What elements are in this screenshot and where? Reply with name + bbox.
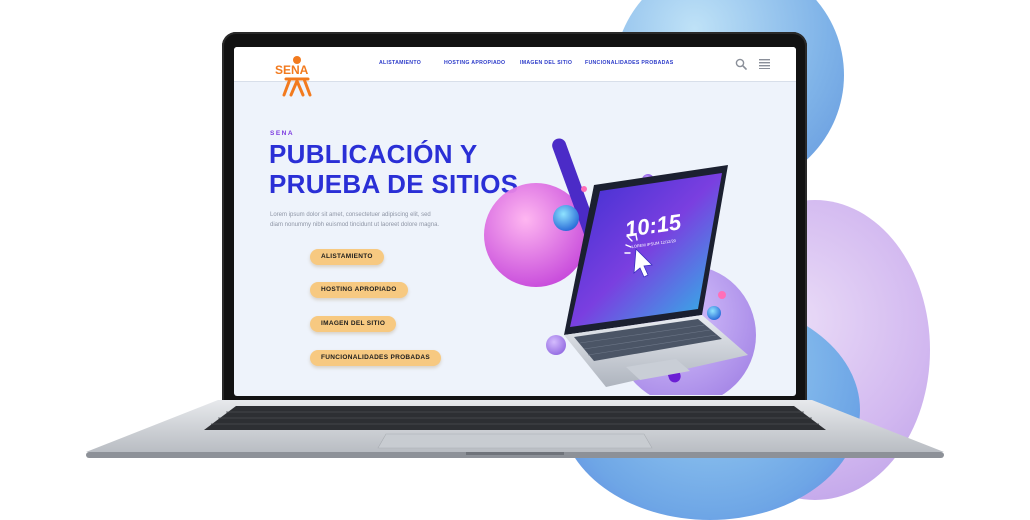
nav-link-imagen[interactable]: IMAGEN DEL SITIO (520, 60, 572, 66)
svg-text:SENA: SENA (275, 63, 309, 77)
sena-logo[interactable]: SENA (272, 51, 322, 101)
website-screen: SENA ALISTAMIENTO HOSTING APROPIADO IMAG… (234, 47, 796, 396)
hero-description-line-1: Lorem ipsum dolor sit amet, consectetuer… (270, 212, 431, 218)
alistamiento-button[interactable]: ALISTAMIENTO (310, 249, 384, 265)
site-header: SENA ALISTAMIENTO HOSTING APROPIADO IMAG… (234, 47, 796, 97)
nav-link-funcionalidades[interactable]: FUNCIONALIDADES PROBADAS (585, 60, 673, 66)
hosting-apropiado-button[interactable]: HOSTING APROPIADO (310, 282, 408, 298)
hero-description-line-2: diam nonummy nibh euismod tincidunt ut l… (270, 222, 440, 228)
hero-description: Lorem ipsum dolor sit amet, consectetuer… (270, 210, 480, 230)
imagen-del-sitio-button[interactable]: IMAGEN DEL SITIO (310, 316, 397, 332)
nav-link-hosting[interactable]: HOSTING APROPIADO (444, 60, 505, 66)
search-icon[interactable] (735, 58, 747, 70)
hamburger-menu-icon[interactable] (759, 59, 770, 69)
hero-kicker: SENA (270, 130, 295, 137)
funcionalidades-probadas-button[interactable]: FUNCIONALIDADES PROBADAS (310, 350, 442, 366)
laptop-illustration: 10:15 LOREM IPSUM 12/12/20 (484, 138, 756, 395)
nav-link-alistamiento[interactable]: ALISTAMIENTO (379, 60, 421, 66)
laptop-keyboard-base (86, 400, 944, 458)
